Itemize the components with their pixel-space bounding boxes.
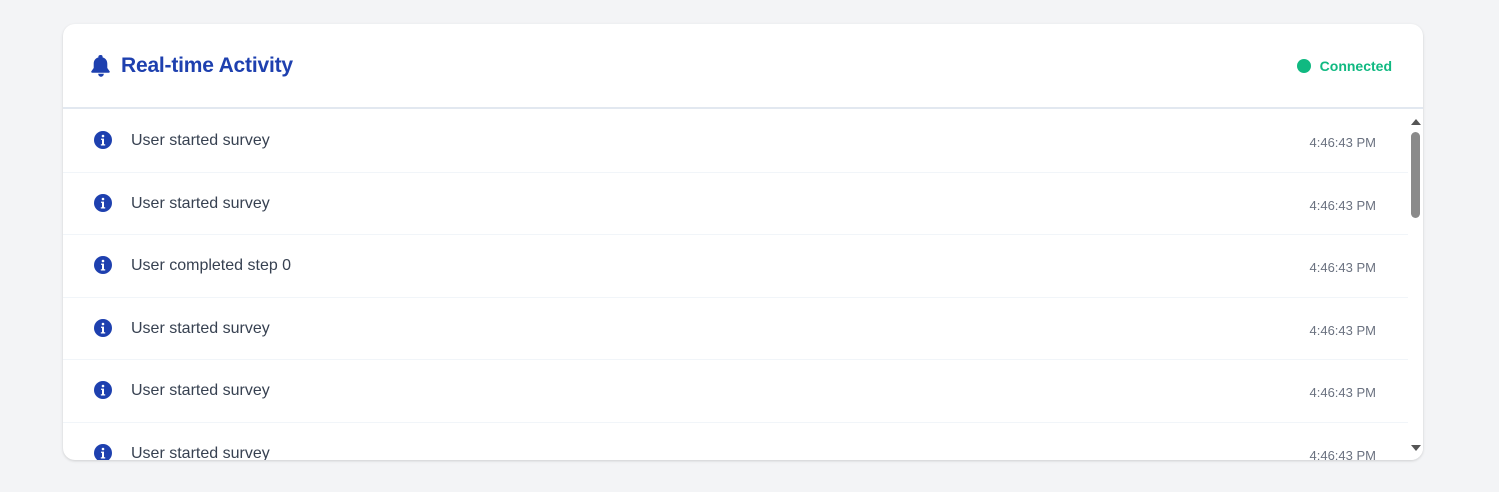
list-item: User started survey 4:46:43 PM (63, 110, 1408, 173)
info-icon (94, 193, 112, 212)
activity-time: 4:46:43 PM (1309, 447, 1377, 460)
bell-icon (91, 54, 110, 77)
list-item: User completed step 0 4:46:43 PM (63, 235, 1408, 298)
info-icon (94, 256, 112, 275)
activity-time: 4:46:43 PM (1309, 260, 1377, 276)
info-icon (94, 318, 112, 337)
status-dot-icon (1296, 58, 1311, 73)
connection-status: Connected (1296, 57, 1392, 74)
activity-text: User started survey (131, 132, 270, 149)
card-header: Real-time Activity Connected (63, 24, 1423, 109)
activity-time: 4:46:43 PM (1309, 197, 1377, 213)
activity-time: 4:46:43 PM (1309, 385, 1377, 401)
activity-text: User started survey (131, 319, 270, 337)
list-item: User started survey 4:46:43 PM (63, 173, 1408, 236)
activity-card: Real-time Activity Connected User starte… (63, 24, 1423, 460)
activity-text: User started survey (131, 444, 270, 460)
list-item: User started survey 4:46:43 PM (63, 360, 1408, 423)
activity-time: 4:46:43 PM (1309, 322, 1377, 338)
list-item: User started survey 4:46:43 PM (63, 298, 1408, 361)
activity-text: User started survey (131, 194, 270, 212)
activity-text: User completed step 0 (131, 257, 292, 275)
scrollbar[interactable] (1408, 110, 1423, 460)
status-label: Connected (1319, 57, 1392, 74)
activity-time: 4:46:43 PM (1309, 135, 1377, 150)
info-icon (94, 381, 112, 400)
title-group: Real-time Activity (91, 54, 293, 78)
activity-text: User started survey (131, 382, 270, 400)
scroll-up-arrow-icon[interactable] (1411, 119, 1421, 125)
scrollbar-thumb[interactable] (1411, 132, 1420, 218)
list-item: User started survey 4:46:43 PM (63, 423, 1408, 460)
info-icon (94, 131, 112, 149)
activity-list[interactable]: User started survey 4:46:43 PM User star… (63, 110, 1408, 460)
page-title: Real-time Activity (121, 53, 293, 77)
info-icon (94, 443, 112, 460)
scroll-down-arrow-icon[interactable] (1411, 445, 1421, 451)
